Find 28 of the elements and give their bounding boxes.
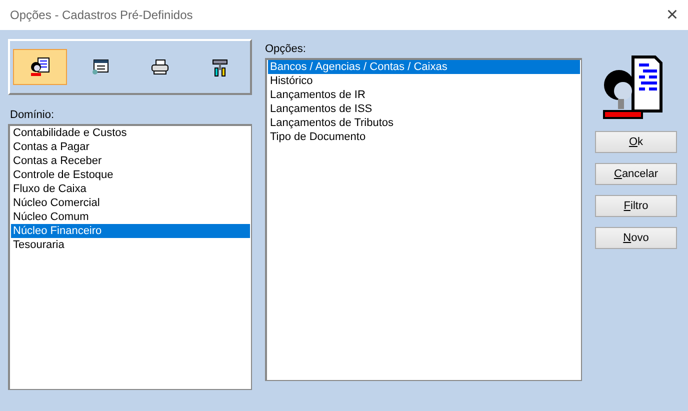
domain-label: Domínio: bbox=[10, 109, 56, 121]
list-item[interactable]: Núcleo Comercial bbox=[11, 196, 250, 210]
window-title: Opções - Cadastros Pré-Definidos bbox=[10, 8, 193, 22]
list-item[interactable]: Bancos / Agencias / Contas / Caixas bbox=[268, 60, 580, 74]
options-label: Opções: bbox=[265, 43, 307, 55]
list-item[interactable]: Núcleo Financeiro bbox=[11, 224, 250, 238]
list-item[interactable]: Contabilidade e Custos bbox=[11, 126, 250, 140]
list-item[interactable]: Contas a Receber bbox=[11, 154, 250, 168]
toolbar-button[interactable] bbox=[13, 49, 67, 85]
list-item[interactable]: Lançamentos de ISS bbox=[268, 102, 580, 116]
list-item[interactable]: Contas a Pagar bbox=[11, 140, 250, 154]
list-item[interactable]: Núcleo Comum bbox=[11, 210, 250, 224]
list-item[interactable]: Fluxo de Caixa bbox=[11, 182, 250, 196]
form-window-icon bbox=[91, 59, 109, 75]
list-item[interactable]: Lançamentos de IR bbox=[268, 88, 580, 102]
list-item[interactable]: Lançamentos de Tributos bbox=[268, 116, 580, 130]
tools-icon bbox=[211, 57, 229, 77]
list-item[interactable]: Tipo de Documento bbox=[268, 130, 580, 144]
close-icon[interactable]: × bbox=[666, 5, 678, 25]
list-item[interactable]: Histórico bbox=[268, 74, 580, 88]
dialog-button[interactable]: Cancelar bbox=[595, 163, 677, 185]
list-item[interactable]: Controle de Estoque bbox=[11, 168, 250, 182]
person-document-icon bbox=[29, 56, 51, 78]
dialog-button[interactable]: Filtro bbox=[595, 195, 677, 217]
dialog-button[interactable]: Ok bbox=[595, 131, 677, 153]
printer-icon bbox=[151, 59, 169, 75]
list-item[interactable]: Tesouraria bbox=[11, 238, 250, 252]
dialog-button[interactable]: Novo bbox=[595, 227, 677, 249]
